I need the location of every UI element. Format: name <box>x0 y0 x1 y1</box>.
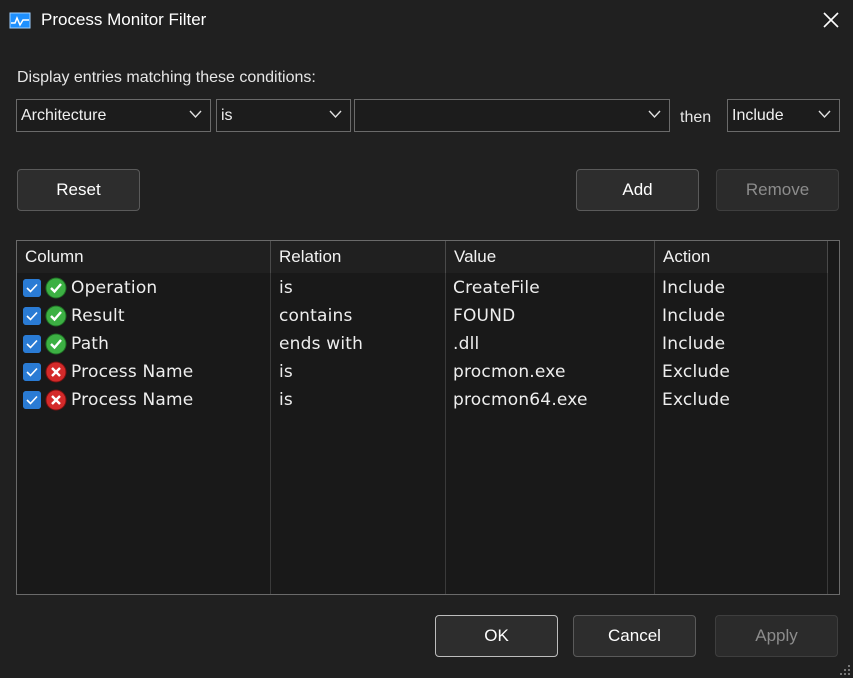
list-item[interactable]: Result contains FOUND Include <box>17 302 828 330</box>
row-relation: ends with <box>279 334 364 354</box>
checkbox-checked-icon[interactable] <box>23 363 41 381</box>
row-action: Include <box>662 334 726 354</box>
row-relation: is <box>279 278 293 298</box>
exclude-icon <box>45 389 67 411</box>
row-relation: is <box>279 362 293 382</box>
chevron-down-icon <box>648 110 661 119</box>
row-value: procmon.exe <box>453 362 566 382</box>
list-item[interactable]: Process Name is procmon64.exe Exclude <box>17 386 828 414</box>
ok-button[interactable]: OK <box>435 615 558 657</box>
include-icon <box>45 333 67 355</box>
column-header-column[interactable]: Column <box>17 241 271 273</box>
action-select-value: Include <box>732 106 784 124</box>
row-value: .dll <box>453 334 480 354</box>
reset-button[interactable]: Reset <box>17 169 140 211</box>
row-action: Include <box>662 306 726 326</box>
resize-grip-icon[interactable] <box>839 664 851 676</box>
row-column: Process Name <box>71 362 194 382</box>
row-action: Include <box>662 278 726 298</box>
list-item[interactable]: Path ends with .dll Include <box>17 330 828 358</box>
relation-select-value: is <box>221 106 233 124</box>
value-combobox[interactable] <box>354 99 670 132</box>
row-column: Operation <box>71 278 158 298</box>
cancel-button[interactable]: Cancel <box>573 615 696 657</box>
row-value: CreateFile <box>453 278 540 298</box>
row-action: Exclude <box>662 390 730 410</box>
row-value: FOUND <box>453 306 516 326</box>
list-item[interactable]: Operation is CreateFile Include <box>17 274 828 302</box>
close-icon[interactable] <box>819 8 843 32</box>
relation-select[interactable]: is <box>216 99 351 132</box>
column-header-relation[interactable]: Relation <box>271 241 446 273</box>
column-select[interactable]: Architecture <box>16 99 211 132</box>
column-header-value[interactable]: Value <box>446 241 655 273</box>
checkbox-checked-icon[interactable] <box>23 307 41 325</box>
checkbox-checked-icon[interactable] <box>23 391 41 409</box>
row-value: procmon64.exe <box>453 390 588 410</box>
chevron-down-icon <box>329 110 342 119</box>
action-select[interactable]: Include <box>727 99 840 132</box>
row-action: Exclude <box>662 362 730 382</box>
title-bar: Process Monitor Filter <box>0 0 853 40</box>
column-header-action[interactable]: Action <box>655 241 828 273</box>
list-header: Column Relation Value Action <box>17 241 828 273</box>
row-relation: is <box>279 390 293 410</box>
window-title: Process Monitor Filter <box>41 10 207 29</box>
include-icon <box>45 305 67 327</box>
add-button[interactable]: Add <box>576 169 699 211</box>
filter-list[interactable]: Column Relation Value Action Operation i… <box>16 240 840 595</box>
filter-prompt: Display entries matching these condition… <box>17 69 316 86</box>
apply-button[interactable]: Apply <box>715 615 838 657</box>
include-icon <box>45 277 67 299</box>
then-label: then <box>680 109 712 126</box>
chevron-down-icon <box>818 110 831 119</box>
row-column: Path <box>71 334 110 354</box>
row-column: Result <box>71 306 125 326</box>
row-column: Process Name <box>71 390 194 410</box>
row-relation: contains <box>279 306 353 326</box>
checkbox-checked-icon[interactable] <box>23 335 41 353</box>
process-monitor-app-icon <box>9 12 31 29</box>
column-select-value: Architecture <box>21 106 107 124</box>
chevron-down-icon <box>189 110 202 119</box>
list-item[interactable]: Process Name is procmon.exe Exclude <box>17 358 828 386</box>
exclude-icon <box>45 361 67 383</box>
remove-button[interactable]: Remove <box>716 169 839 211</box>
checkbox-checked-icon[interactable] <box>23 279 41 297</box>
